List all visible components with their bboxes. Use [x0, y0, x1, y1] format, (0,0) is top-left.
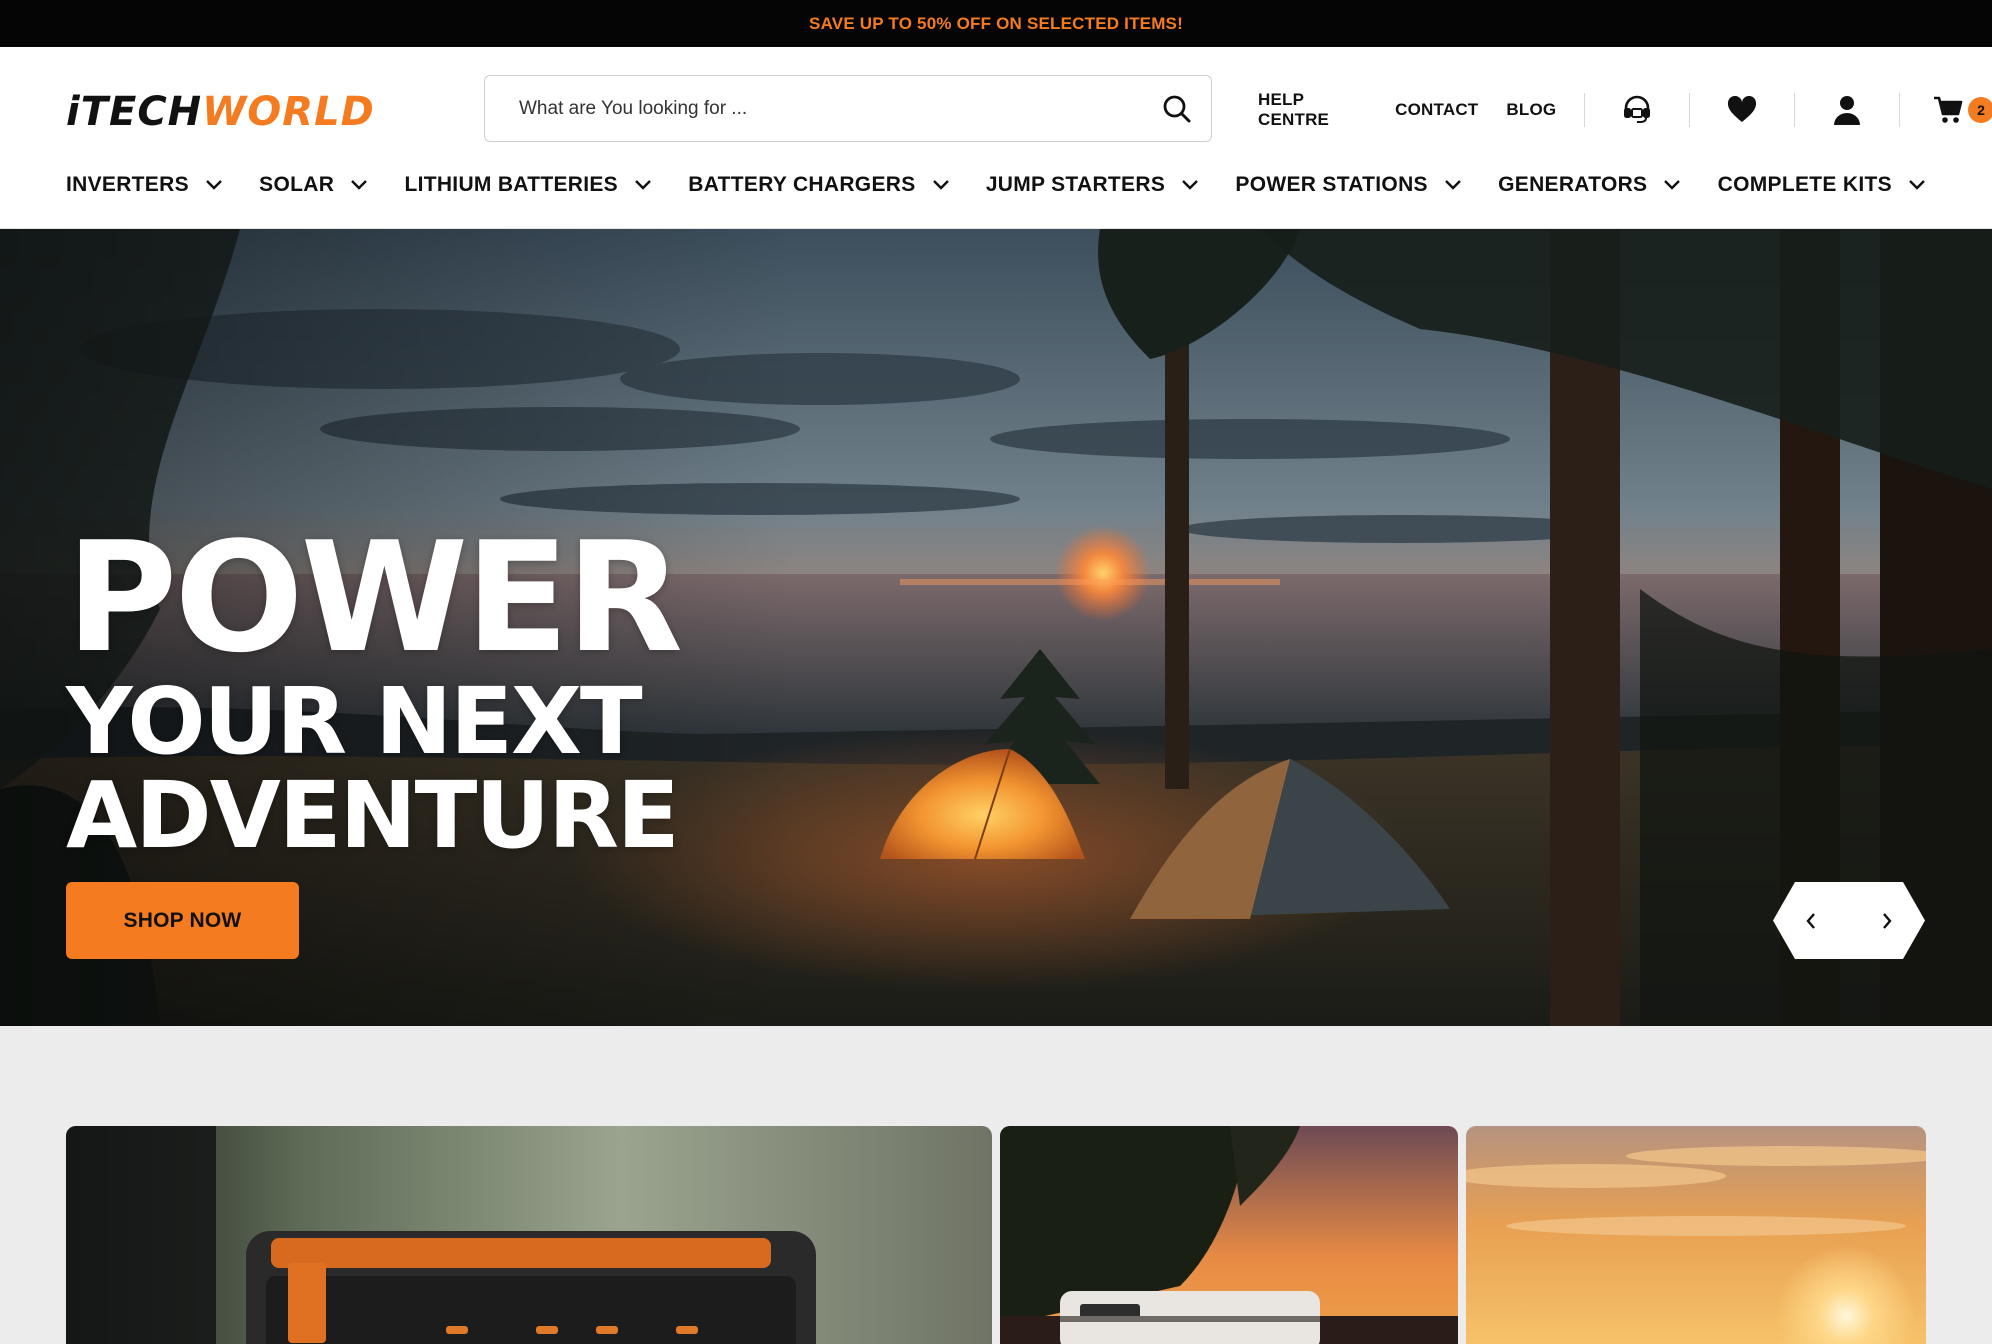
hero-headline-line-1: POWER: [66, 509, 683, 687]
nav-item-label: POWER STATIONS: [1235, 173, 1428, 196]
nav-item-label: BATTERY CHARGERS: [688, 173, 916, 196]
help-centre-link[interactable]: HELP CENTRE: [1258, 90, 1367, 130]
slider-controls: [1773, 882, 1925, 959]
nav-item-label: JUMP STARTERS: [985, 173, 1166, 196]
nav-item-lithium-batteries[interactable]: LITHIUM BATTERIES: [404, 173, 652, 197]
nav-item-label: SOLAR: [259, 173, 335, 196]
nav-item-power-stations[interactable]: POWER STATIONS: [1235, 173, 1461, 197]
chevron-down-icon: [1663, 179, 1681, 191]
hero-headline-line-2: YOUR NEXT: [66, 668, 643, 776]
shop-now-button[interactable]: SHOP NOW: [66, 882, 299, 959]
utility-nav: HELP CENTRE CONTACT BLOG 2: [1258, 90, 1992, 129]
site-header: iTECHWORLD HELP CENTRE CONTACT BLOG: [0, 47, 1992, 229]
headset-icon[interactable]: [1611, 90, 1663, 130]
nav-item-label: LITHIUM BATTERIES: [404, 173, 618, 196]
logo-text-itech: iTECH: [66, 89, 203, 135]
nav-item-label: GENERATORS: [1498, 173, 1648, 196]
nav-item-label: COMPLETE KITS: [1717, 173, 1892, 196]
caravan-sunset-card[interactable]: [1000, 1126, 1458, 1344]
hero-banner: POWER YOUR NEXT ADVENTURE SHOP NOW: [0, 229, 1992, 1026]
divider: [1584, 93, 1586, 127]
divider: [1689, 93, 1691, 127]
announcement-text: SAVE UP TO 50% OFF ON SELECTED ITEMS!: [809, 13, 1183, 33]
chevron-down-icon: [634, 179, 652, 191]
nav-item-generators[interactable]: GENERATORS: [1498, 173, 1681, 197]
chevron-down-icon: [1908, 179, 1926, 191]
power-station-card[interactable]: [66, 1126, 992, 1344]
chevron-down-icon: [205, 179, 223, 191]
power-station-image: [66, 1126, 992, 1344]
nav-item-jump-starters[interactable]: JUMP STARTERS: [986, 173, 1199, 197]
cart-count-badge: 2: [1967, 97, 1992, 123]
blog-link[interactable]: BLOG: [1506, 100, 1556, 120]
chevron-down-icon: [932, 179, 950, 191]
chevron-down-icon: [1181, 179, 1199, 191]
site-logo[interactable]: iTECH WORLD: [66, 85, 375, 139]
nav-item-battery-chargers[interactable]: BATTERY CHARGERS: [688, 173, 949, 197]
nav-item-complete-kits[interactable]: COMPLETE KITS: [1718, 173, 1926, 197]
logo-text-world: WORLD: [202, 89, 375, 135]
hero-headline-line-3: ADVENTURE: [66, 762, 680, 870]
chevron-right-icon[interactable]: [1849, 882, 1925, 959]
chevron-down-icon: [1444, 179, 1462, 191]
nav-item-inverters[interactable]: INVERTERS: [66, 173, 223, 197]
announcement-bar: SAVE UP TO 50% OFF ON SELECTED ITEMS!: [0, 0, 1992, 47]
contact-link[interactable]: CONTACT: [1395, 100, 1478, 120]
nav-item-label: INVERTERS: [66, 173, 189, 196]
cart-icon[interactable]: 2: [1926, 90, 1992, 130]
main-nav: INVERTERS SOLAR LITHIUM BATTERIES BATTER…: [66, 167, 1926, 203]
chevron-down-icon: [350, 179, 368, 191]
search-input[interactable]: [517, 76, 1143, 141]
caravan-sunset-image: [1000, 1126, 1458, 1344]
heart-icon[interactable]: [1716, 90, 1768, 130]
search-icon[interactable]: [1143, 77, 1211, 141]
chevron-left-icon[interactable]: [1773, 882, 1849, 959]
user-icon[interactable]: [1821, 90, 1873, 130]
hero-headline: POWER YOUR NEXT ADVENTURE: [66, 509, 683, 870]
divider: [1793, 93, 1795, 127]
sunset-sky-image: [1466, 1126, 1926, 1344]
divider: [1898, 93, 1900, 127]
nav-item-solar[interactable]: SOLAR: [259, 173, 368, 197]
search-bar: [484, 75, 1212, 142]
sunset-sky-card[interactable]: [1466, 1126, 1926, 1344]
promo-section: [0, 1026, 1992, 1344]
